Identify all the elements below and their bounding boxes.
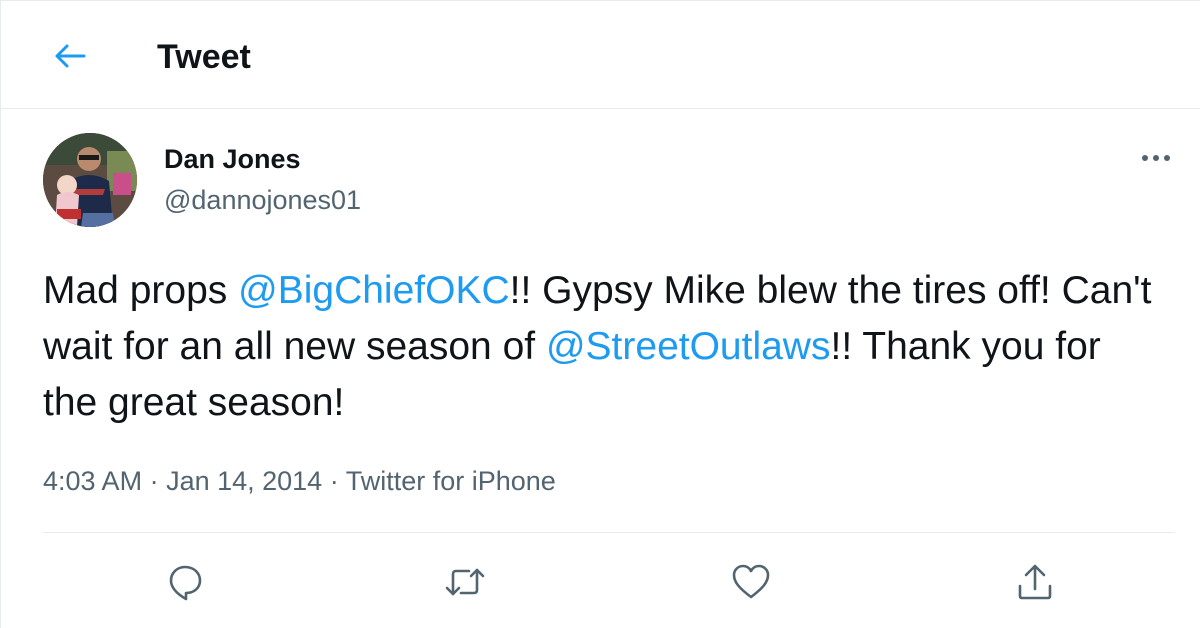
avatar[interactable]: [43, 133, 137, 227]
share-button[interactable]: [1011, 559, 1059, 605]
page-title: Tweet: [157, 38, 251, 76]
reply-icon: [165, 562, 205, 602]
author-name[interactable]: Dan Jones: [164, 142, 301, 176]
tweet-source[interactable]: Twitter for iPhone: [346, 466, 556, 496]
back-button[interactable]: [45, 33, 95, 79]
author-handle[interactable]: @dannojones01: [164, 183, 361, 217]
more-horizontal-icon: [1141, 154, 1171, 162]
page-header: Tweet: [1, 1, 1200, 109]
tweet-text-part: Mad props: [43, 269, 239, 312]
tweet-time[interactable]: 4:03 AM: [43, 466, 142, 496]
reply-button[interactable]: [161, 559, 209, 605]
more-button[interactable]: [1136, 143, 1176, 173]
heart-icon: [731, 563, 771, 601]
retweet-icon: [444, 564, 486, 600]
arrow-left-icon: [53, 42, 87, 70]
tweet-text: Mad props @BigChiefOKC!! Gypsy Mike blew…: [43, 263, 1163, 431]
tweet-date[interactable]: Jan 14, 2014: [166, 466, 322, 496]
tweet-meta: 4:03 AM · Jan 14, 2014 · Twitter for iPh…: [43, 463, 556, 499]
share-icon: [1015, 562, 1055, 602]
mention-link[interactable]: @BigChiefOKC: [238, 269, 510, 312]
meta-separator: ·: [322, 466, 346, 496]
like-button[interactable]: [727, 559, 775, 605]
tweet-page: Tweet Dan Jones @dannojones01 Mad props …: [0, 0, 1200, 628]
mention-link[interactable]: @StreetOutlaws: [546, 325, 831, 368]
divider: [43, 532, 1175, 533]
meta-separator: ·: [142, 466, 167, 496]
retweet-button[interactable]: [441, 559, 489, 605]
